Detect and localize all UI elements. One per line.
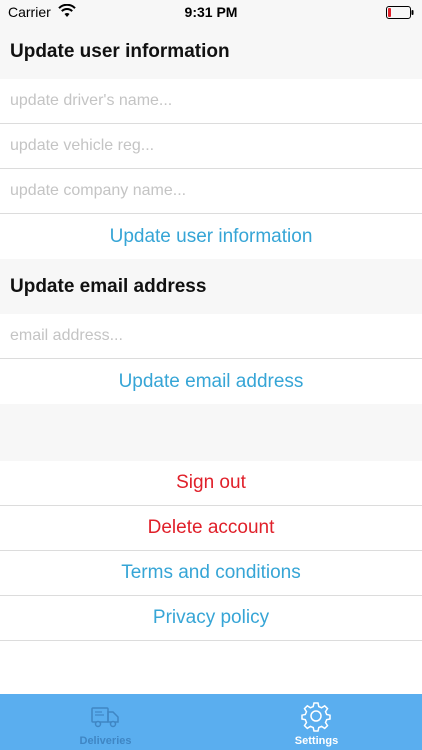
tab-deliveries[interactable]: Deliveries — [0, 694, 211, 750]
tab-deliveries-label: Deliveries — [79, 735, 132, 747]
status-bar: Carrier 9:31 PM — [0, 0, 422, 24]
driver-name-input[interactable] — [0, 79, 422, 123]
user-info-header-title: Update user information — [10, 41, 230, 62]
company-name-input[interactable] — [0, 169, 422, 213]
gear-icon — [300, 700, 332, 732]
email-row — [0, 314, 422, 359]
vehicle-reg-row — [0, 124, 422, 169]
tab-bar: Deliveries Settings — [0, 694, 422, 750]
status-time: 9:31 PM — [184, 4, 238, 20]
vehicle-reg-input[interactable] — [0, 124, 422, 168]
battery-icon — [386, 6, 414, 19]
email-input[interactable] — [0, 314, 422, 358]
email-section-header: Update email address — [0, 259, 422, 314]
sign-out-button[interactable]: Sign out — [0, 461, 422, 506]
tab-settings-label: Settings — [294, 735, 339, 747]
truck-icon — [89, 700, 121, 732]
tab-settings[interactable]: Settings — [211, 694, 422, 750]
driver-name-row — [0, 79, 422, 124]
privacy-policy-button[interactable]: Privacy policy — [0, 596, 422, 641]
email-header-title: Update email address — [10, 276, 207, 297]
update-user-info-button[interactable]: Update user information — [0, 214, 422, 259]
section-spacer — [0, 404, 422, 461]
delete-account-button[interactable]: Delete account — [0, 506, 422, 551]
update-email-button[interactable]: Update email address — [0, 359, 422, 404]
user-info-section-header: Update user information — [0, 24, 422, 79]
terms-and-conditions-button[interactable]: Terms and conditions — [0, 551, 422, 596]
company-name-row — [0, 169, 422, 214]
